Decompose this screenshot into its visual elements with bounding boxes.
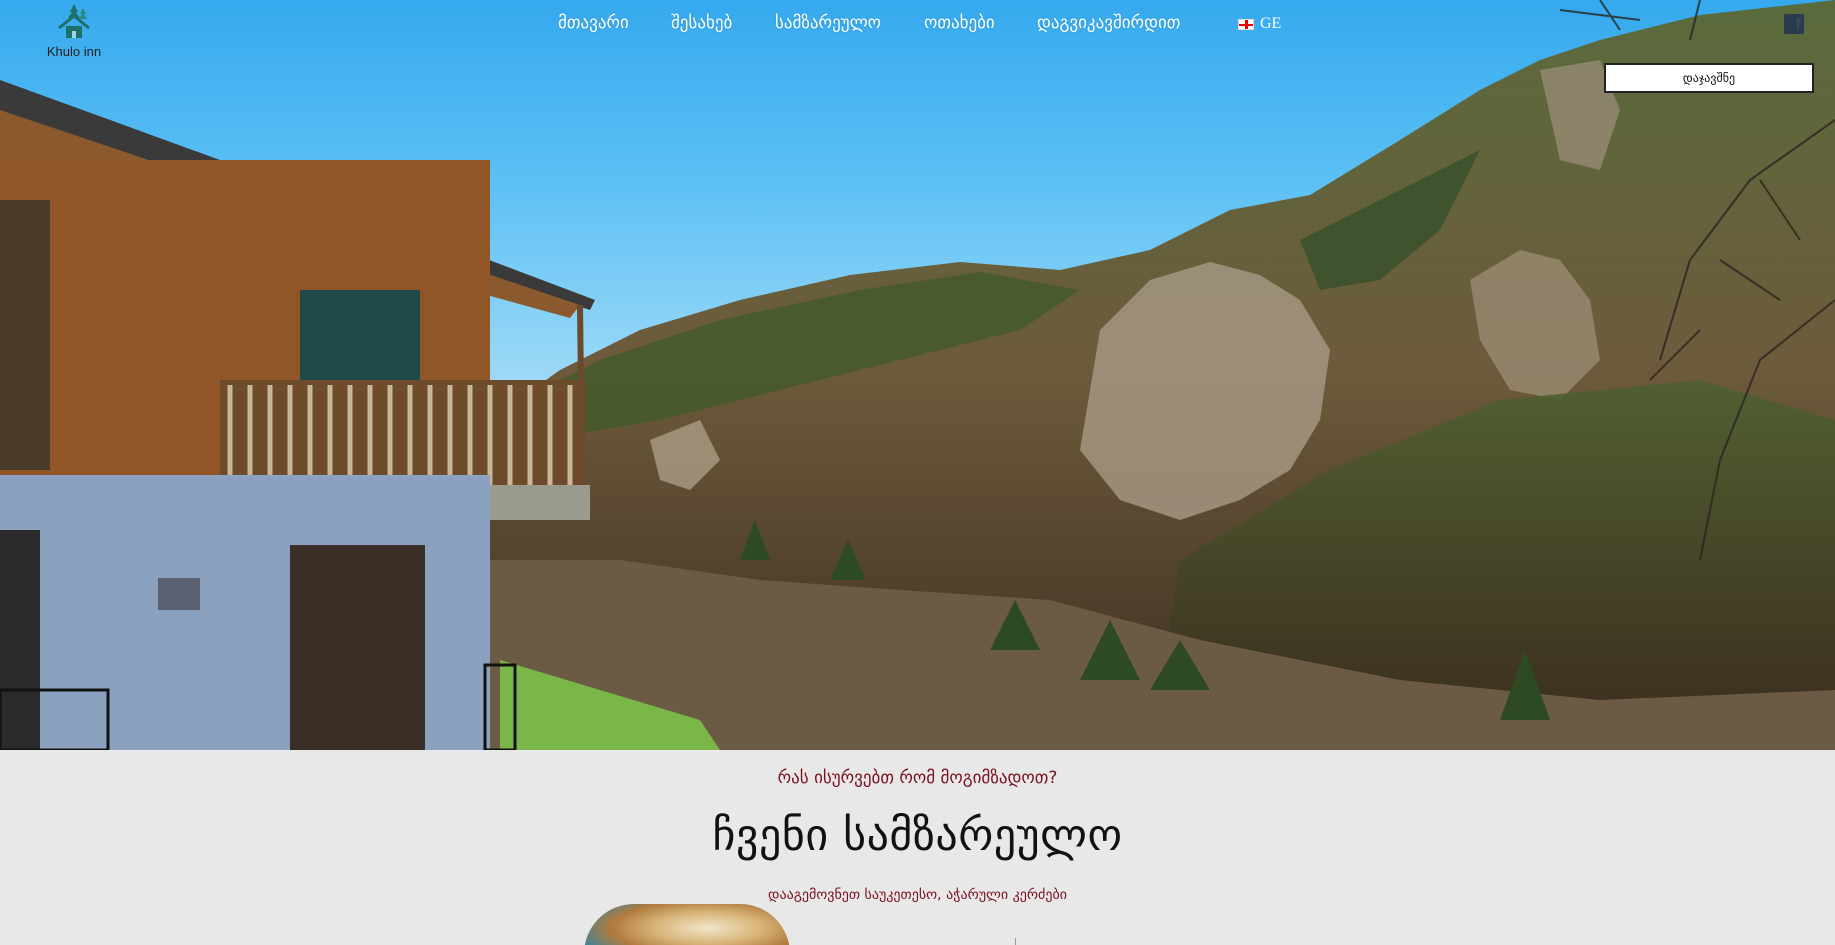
- language-code: GE: [1260, 15, 1282, 32]
- food-photo: [584, 904, 790, 945]
- kitchen-title: ჩვენი სამზარეულო: [712, 810, 1123, 861]
- main-navigation: მთავარი შესახებ სამზარეულო ოთახები დაგვი…: [0, 13, 1835, 37]
- language-selector[interactable]: GE: [1238, 15, 1281, 33]
- hero-banner: Khulo inn მთავარი შესახებ სამზარეულო ოთა…: [0, 0, 1835, 750]
- nav-item-home[interactable]: მთავარი: [558, 13, 629, 33]
- logo-text: Khulo inn: [46, 44, 102, 59]
- facebook-glyph: f: [1795, 16, 1801, 33]
- book-button[interactable]: დაჯავშნე: [1604, 63, 1814, 93]
- kitchen-subtitle: დააგემოვნეთ საუკეთესო, აჭარული კერძები: [768, 887, 1067, 903]
- facebook-icon[interactable]: f: [1784, 14, 1804, 34]
- nav-item-kitchen[interactable]: სამზარეულო: [775, 13, 881, 33]
- divider-mark: [1015, 938, 1016, 945]
- georgian-flag-icon: [1238, 18, 1254, 30]
- hero-scene-image: [0, 0, 1835, 750]
- nav-item-rooms[interactable]: ოთახები: [924, 13, 995, 33]
- nav-item-contact[interactable]: დაგვიკავშირდით: [1037, 13, 1180, 33]
- kitchen-section: რას ისურვებთ რომ მოგიმზადოთ? ჩვენი სამზა…: [0, 750, 1835, 945]
- nav-item-about[interactable]: შესახებ: [671, 13, 732, 33]
- kitchen-kicker: რას ისურვებთ რომ მოგიმზადოთ?: [777, 768, 1058, 788]
